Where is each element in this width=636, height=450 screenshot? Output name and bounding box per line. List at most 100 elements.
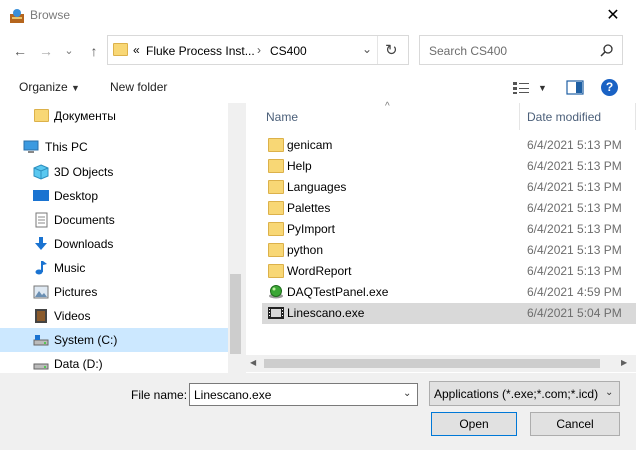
breadcrumb-item[interactable]: CS400	[270, 44, 307, 58]
sidebar-item-downloads[interactable]: Downloads	[0, 232, 228, 256]
folder-icon	[268, 243, 284, 257]
file-date: 6/4/2021 5:13 PM	[527, 243, 622, 257]
document-icon	[35, 212, 48, 228]
file-name: WordReport	[287, 264, 352, 278]
desktop-icon	[33, 190, 49, 201]
file-name: DAQTestPanel.exe	[287, 285, 389, 299]
sidebar-item-label: Desktop	[54, 189, 99, 203]
organize-button[interactable]: Organize	[19, 80, 68, 94]
sidebar-item-dokumenty[interactable]: Документы	[0, 104, 228, 128]
view-dropdown-icon[interactable]: ▼	[538, 83, 547, 93]
file-date: 6/4/2021 5:13 PM	[527, 222, 622, 236]
folder-icon	[268, 180, 284, 194]
sidebar-item-3d-objects[interactable]: 3D Objects	[0, 160, 228, 184]
folder-icon	[268, 222, 284, 236]
chevron-down-icon[interactable]: ▼	[71, 83, 80, 93]
scroll-left-icon[interactable]: ◀	[250, 358, 256, 367]
film-icon	[268, 307, 284, 319]
file-date: 6/4/2021 5:13 PM	[527, 264, 622, 278]
file-row[interactable]: DAQTestPanel.exe 6/4/2021 4:59 PM	[262, 282, 636, 303]
sidebar-item-desktop[interactable]: Desktop	[0, 184, 228, 208]
breadcrumb-separator[interactable]: ›	[257, 43, 261, 57]
new-folder-button[interactable]: New folder	[110, 80, 167, 94]
file-name: Help	[287, 159, 312, 173]
back-button[interactable]: ←	[10, 41, 30, 61]
folder-icon	[113, 43, 128, 56]
sidebar-item-label: Documents	[54, 213, 115, 227]
close-button[interactable]: ✕	[602, 5, 624, 27]
sidebar-item-pictures[interactable]: Pictures	[0, 280, 228, 304]
file-name: genicam	[287, 138, 333, 152]
video-icon	[35, 309, 47, 323]
forward-button[interactable]: →	[36, 41, 56, 61]
file-date: 6/4/2021 5:13 PM	[527, 180, 622, 194]
column-header-date[interactable]: Date modified	[527, 110, 601, 124]
refresh-button[interactable]: ↻	[385, 41, 398, 59]
folder-icon	[268, 201, 284, 215]
folder-icon	[268, 264, 284, 278]
sidebar-item-label: Videos	[54, 309, 91, 323]
view-options-icon[interactable]	[512, 81, 530, 95]
file-name-input[interactable]: Linescano.exe	[194, 388, 271, 402]
folder-icon	[34, 109, 49, 122]
file-name-dropdown-icon[interactable]: ⌄	[403, 388, 411, 399]
sidebar-item-label: Music	[54, 261, 86, 275]
picture-icon	[33, 285, 49, 299]
cube-icon	[33, 164, 49, 180]
sidebar-item-videos[interactable]: Videos	[0, 304, 228, 328]
sort-arrow-icon: ^	[385, 101, 390, 112]
file-row[interactable]: PyImport 6/4/2021 5:13 PM	[262, 219, 636, 240]
drive-icon	[33, 363, 49, 370]
divider	[377, 36, 378, 64]
window-title: Browse	[30, 8, 71, 22]
scrollbar-thumb[interactable]	[264, 359, 600, 368]
column-divider[interactable]	[519, 103, 520, 130]
recent-locations-button[interactable]: ⌄	[62, 41, 76, 61]
scrollbar-thumb[interactable]	[230, 274, 241, 354]
sidebar-item-documents[interactable]: Documents	[0, 208, 228, 232]
sidebar-item-label: System (C:)	[54, 333, 118, 347]
cancel-button[interactable]: Cancel	[530, 412, 620, 436]
file-name: Linescano.exe	[287, 306, 365, 320]
file-name: PyImport	[287, 222, 336, 236]
computer-icon	[23, 140, 39, 153]
sidebar-item-label: Pictures	[54, 285, 98, 299]
up-button[interactable]: ↑	[84, 41, 104, 61]
sidebar-item-label: This PC	[45, 140, 88, 154]
file-row[interactable]: genicam 6/4/2021 5:13 PM	[262, 135, 636, 156]
file-row[interactable]: Palettes 6/4/2021 5:13 PM	[262, 198, 636, 219]
file-row[interactable]: python 6/4/2021 5:13 PM	[262, 240, 636, 261]
file-row[interactable]: Languages 6/4/2021 5:13 PM	[262, 177, 636, 198]
preview-pane-icon[interactable]	[566, 80, 584, 95]
sidebar-item-label: Downloads	[54, 237, 114, 251]
search-input[interactable]: Search CS400	[429, 44, 507, 58]
folder-icon	[268, 159, 284, 173]
file-type-dropdown-icon[interactable]: ⌄	[605, 387, 613, 398]
file-date: 6/4/2021 4:59 PM	[527, 285, 622, 299]
file-name: python	[287, 243, 324, 257]
help-button[interactable]: ?	[601, 79, 618, 96]
file-date: 6/4/2021 5:13 PM	[527, 159, 622, 173]
sidebar-item-label: Документы	[54, 109, 116, 123]
sidebar-item-this-pc[interactable]: This PC	[0, 135, 228, 159]
file-row-selected[interactable]: Linescano.exe 6/4/2021 5:04 PM	[262, 303, 636, 324]
music-icon	[35, 261, 47, 275]
file-date: 6/4/2021 5:13 PM	[527, 201, 622, 215]
overflow-chevron[interactable]: «	[133, 43, 140, 57]
file-name: Languages	[287, 180, 347, 194]
scroll-right-icon[interactable]: ▶	[621, 358, 627, 367]
file-name: Palettes	[287, 201, 331, 215]
file-row[interactable]: Help 6/4/2021 5:13 PM	[262, 156, 636, 177]
title-bar	[0, 0, 636, 31]
column-header-name[interactable]: Name	[266, 110, 298, 124]
sidebar-item-system-c[interactable]: System (C:)	[0, 328, 228, 352]
file-name-label: File name:	[131, 388, 188, 402]
sidebar-item-music[interactable]: Music	[0, 256, 228, 280]
search-icon[interactable]	[600, 43, 614, 57]
file-row[interactable]: WordReport 6/4/2021 5:13 PM	[262, 261, 636, 282]
sidebar-item-label: Data (D:)	[54, 357, 103, 371]
breadcrumb-item[interactable]: Fluke Process Inst...	[146, 44, 255, 58]
open-button[interactable]: Open	[431, 412, 517, 436]
address-dropdown-button[interactable]: ⌄	[362, 42, 372, 56]
file-type-value: Applications (*.exe;*.com;*.icd)	[434, 387, 599, 401]
